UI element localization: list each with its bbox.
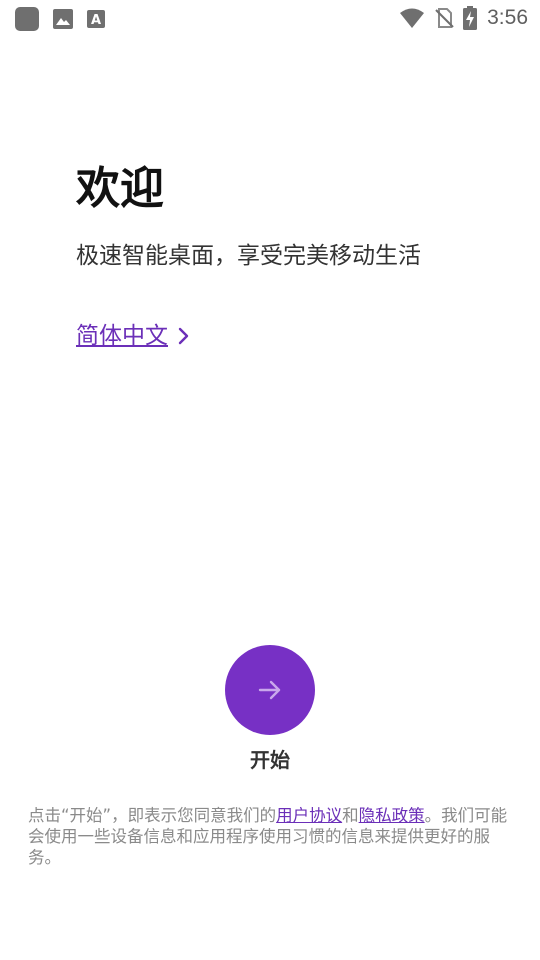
text-icon: A [86, 9, 106, 29]
privacy-policy-link[interactable]: 隐私政策 [359, 806, 425, 825]
terms-prefix: 点击“开始”，即表示您同意我们的 [28, 806, 277, 825]
chevron-right-icon[interactable] [178, 326, 190, 346]
status-bar: A 3:56 [0, 0, 540, 36]
language-label[interactable]: 简体中文 [76, 320, 168, 352]
user-agreement-link[interactable]: 用户协议 [276, 806, 342, 825]
status-time: 3:56 [487, 6, 528, 29]
arrow-right-icon [255, 675, 285, 705]
welcome-title: 欢迎 [76, 163, 164, 214]
wifi-icon [399, 7, 425, 29]
onboarding-screen: A 3:56 欢迎 极速智能桌面，享受完美移动生活 简体中文 开始 点击“开始”… [0, 0, 540, 960]
start-button[interactable] [225, 645, 315, 735]
terms-and: 和 [342, 806, 359, 825]
image-icon [52, 8, 74, 30]
welcome-subtitle: 极速智能桌面，享受完美移动生活 [76, 243, 421, 269]
language-selector[interactable]: 简体中文 [76, 320, 190, 352]
no-sim-icon [433, 7, 455, 29]
app-icon [14, 6, 40, 32]
battery-charging-icon [463, 6, 478, 30]
status-bar-left: A [14, 6, 106, 32]
start-label: 开始 [250, 748, 290, 772]
status-bar-right: 3:56 [399, 5, 528, 31]
terms-text: 点击“开始”，即表示您同意我们的用户协议和隐私政策。我们可能会使用一些设备信息和… [28, 805, 518, 868]
svg-text:A: A [91, 13, 101, 28]
